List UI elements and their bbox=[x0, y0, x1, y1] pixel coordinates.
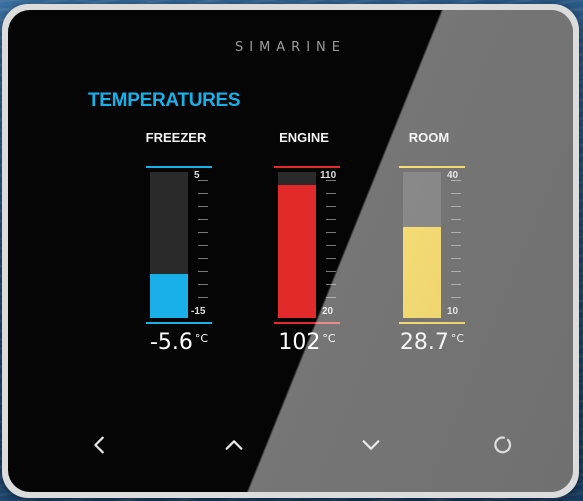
gauge-label: ENGINE bbox=[279, 130, 329, 145]
gauge-value: -5.6 °C bbox=[136, 330, 222, 355]
up-button[interactable] bbox=[214, 425, 254, 465]
gauge-max-label: 5 bbox=[194, 170, 200, 181]
gauge-min-label: -15 bbox=[191, 306, 206, 317]
gauge-ticks bbox=[198, 180, 208, 308]
gauge-engine: ENGINE 110 20 102 °C bbox=[264, 130, 364, 380]
menu-button[interactable] bbox=[484, 425, 524, 465]
gauge-max-label: 40 bbox=[447, 170, 459, 181]
chevron-left-icon bbox=[94, 436, 104, 454]
gauge-room: ROOM 40 10 28.7 °C bbox=[389, 130, 489, 380]
gauge-bar bbox=[150, 172, 188, 318]
gauge-unit: °C bbox=[450, 332, 465, 345]
page-title: TEMPERATURES bbox=[88, 90, 241, 111]
gauge-min-label: 10 bbox=[447, 306, 459, 317]
down-button[interactable] bbox=[351, 425, 391, 465]
gauge-top-line bbox=[274, 166, 340, 168]
gauge-unit: °C bbox=[322, 332, 336, 345]
device-frame: SIMARINE TEMPERATURES FREEZER 5 -15 -5.6… bbox=[2, 4, 579, 498]
gauge-ticks bbox=[451, 180, 461, 308]
gauge-bottom-line bbox=[146, 322, 212, 324]
gauge-bar bbox=[278, 172, 316, 318]
display-screen: SIMARINE TEMPERATURES FREEZER 5 -15 -5.6… bbox=[8, 10, 573, 492]
gauge-freezer: FREEZER 5 -15 -5.6 °C bbox=[136, 130, 236, 380]
gauge-fill bbox=[278, 185, 316, 318]
chevron-down-icon bbox=[362, 440, 380, 450]
gauge-value-number: 28.7 bbox=[399, 330, 449, 355]
gauge-min-label: 20 bbox=[322, 306, 334, 317]
brand-logo: SIMARINE bbox=[234, 40, 346, 55]
chevron-up-icon bbox=[225, 440, 243, 450]
back-button[interactable] bbox=[80, 425, 120, 465]
gauge-ticks bbox=[326, 180, 336, 308]
gauge-fill bbox=[403, 227, 441, 318]
gauge-unit: °C bbox=[194, 332, 209, 345]
circle-icon bbox=[494, 436, 512, 454]
gauge-fill bbox=[150, 274, 188, 318]
gauge-bottom-line bbox=[274, 322, 340, 324]
gauge-label: FREEZER bbox=[145, 130, 207, 145]
gauge-value: 28.7 °C bbox=[389, 330, 475, 355]
gauge-top-line bbox=[399, 166, 465, 168]
gauge-max-label: 110 bbox=[320, 170, 337, 181]
gauge-value-number: 102 bbox=[278, 330, 321, 355]
gauge-bottom-line bbox=[399, 322, 465, 324]
gauge-value: 102 °C bbox=[264, 330, 350, 355]
gauge-top-line bbox=[146, 166, 212, 168]
gauge-label: ROOM bbox=[408, 130, 450, 145]
gauge-bar bbox=[403, 172, 441, 318]
gauge-value-number: -5.6 bbox=[149, 330, 193, 355]
